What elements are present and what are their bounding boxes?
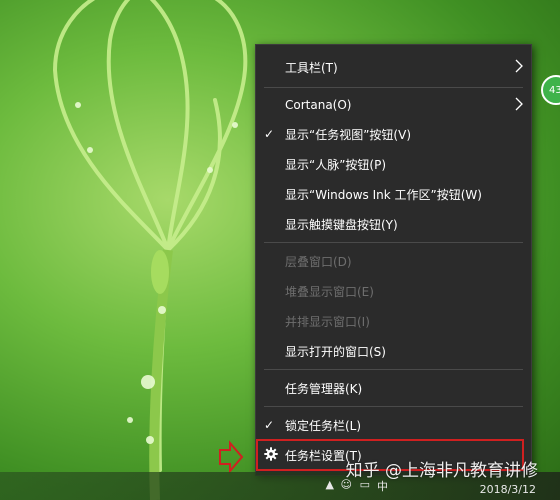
menu-item-label: 显示“Windows Ink 工作区”按钮(W)	[285, 187, 482, 202]
chevron-right-icon	[515, 59, 523, 73]
menu-item-show-touch-keyboard[interactable]: 显示触摸键盘按钮(Y)	[256, 210, 531, 238]
menu-separator	[264, 242, 523, 243]
menu-item-label: 工具栏(T)	[285, 60, 338, 75]
menu-item-label: 堆叠显示窗口(E)	[285, 284, 374, 299]
menu-item-label: 层叠窗口(D)	[285, 254, 352, 269]
menu-item-cortana[interactable]: Cortana(O)	[256, 91, 531, 119]
menu-item-stack-windows: 堆叠显示窗口(E)	[256, 277, 531, 305]
menu-item-task-manager[interactable]: 任务管理器(K)	[256, 374, 531, 402]
taskbar-context-menu: 工具栏(T) Cortana(O) ✓ 显示“任务视图”按钮(V) 显示“人脉”…	[255, 44, 532, 476]
menu-item-label: 显示触摸键盘按钮(Y)	[285, 217, 398, 232]
menu-separator	[264, 369, 523, 370]
badge-text: 43	[549, 84, 560, 96]
menu-separator	[264, 406, 523, 407]
menu-item-toolbars[interactable]: 工具栏(T)	[256, 53, 531, 81]
annotation-arrow-icon	[219, 440, 244, 474]
menu-item-cascade-windows: 层叠窗口(D)	[256, 247, 531, 275]
menu-item-show-desktop[interactable]: 显示打开的窗口(S)	[256, 337, 531, 365]
menu-item-label: 显示打开的窗口(S)	[285, 344, 386, 359]
watermark: 知乎 @上海非凡教育讲修	[345, 461, 538, 481]
menu-item-label: 锁定任务栏(L)	[285, 418, 362, 433]
check-icon: ✓	[264, 418, 275, 432]
clock-date[interactable]: 2018/3/12	[480, 483, 536, 496]
menu-item-label: 显示“人脉”按钮(P)	[285, 157, 387, 172]
menu-item-side-by-side-windows: 并排显示窗口(I)	[256, 307, 531, 335]
tray-arrow-icon[interactable]: ▲	[326, 478, 334, 491]
menu-separator	[264, 87, 523, 88]
menu-item-label: 并排显示窗口(I)	[285, 314, 370, 329]
menu-item-label: 任务管理器(K)	[285, 381, 363, 396]
menu-item-show-task-view[interactable]: ✓ 显示“任务视图”按钮(V)	[256, 120, 531, 148]
menu-item-show-people[interactable]: 显示“人脉”按钮(P)	[256, 150, 531, 178]
chevron-right-icon	[515, 97, 523, 111]
menu-item-label: Cortana(O)	[285, 98, 352, 112]
check-icon: ✓	[264, 127, 275, 141]
menu-item-label: 显示“任务视图”按钮(V)	[285, 127, 412, 142]
menu-item-show-windows-ink[interactable]: 显示“Windows Ink 工作区”按钮(W)	[256, 180, 531, 208]
menu-item-lock-taskbar[interactable]: ✓ 锁定任务栏(L)	[256, 411, 531, 439]
